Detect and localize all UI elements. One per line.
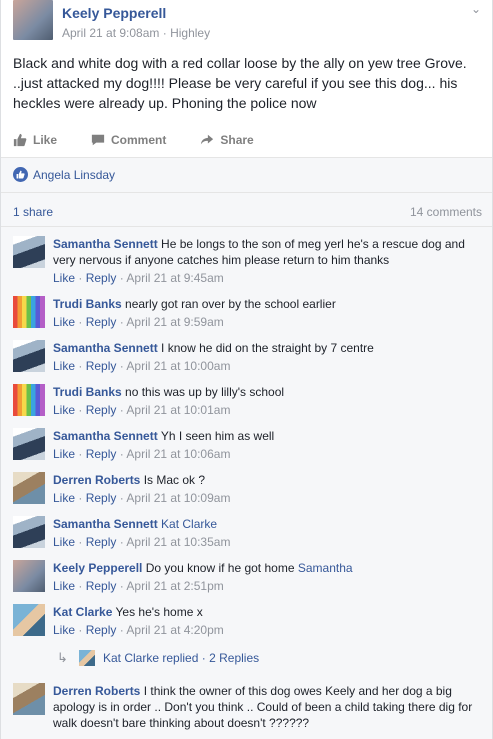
post-location[interactable]: Highley bbox=[170, 26, 210, 40]
like-label: Like bbox=[33, 133, 58, 147]
post-text: Black and white dog with a red collar lo… bbox=[13, 55, 467, 111]
reactions-summary[interactable]: Angela Linsday bbox=[13, 167, 115, 182]
share-count[interactable]: 1 share bbox=[13, 205, 53, 219]
post-card: Keely Pepperell April 21 at 9:08am · Hig… bbox=[0, 0, 493, 739]
comment-like-link[interactable]: Like bbox=[53, 491, 75, 505]
comment-reply-link[interactable]: Reply bbox=[86, 623, 117, 637]
share-button[interactable]: Share bbox=[200, 128, 254, 152]
post-date[interactable]: April 21 at 9:08am bbox=[62, 26, 159, 40]
commenter-name[interactable]: Samantha Sennett bbox=[53, 237, 158, 251]
comment-icon bbox=[91, 134, 105, 146]
comment-time[interactable]: April 21 at 10:00am bbox=[126, 359, 230, 373]
comment-reply-link[interactable]: Reply bbox=[86, 271, 117, 285]
thumbs-up-icon bbox=[13, 133, 27, 147]
commenter-avatar[interactable] bbox=[13, 296, 45, 328]
divider bbox=[1, 157, 492, 158]
comment-reply-link[interactable]: Reply bbox=[86, 315, 117, 329]
divider bbox=[1, 226, 492, 227]
comment-like-link[interactable]: Like bbox=[53, 579, 75, 593]
comment-like-link[interactable]: Like bbox=[53, 623, 75, 637]
comment-like-link[interactable]: Like bbox=[53, 359, 75, 373]
comment-count[interactable]: 14 comments bbox=[410, 205, 482, 219]
comment-button[interactable]: Comment bbox=[91, 128, 166, 152]
comment-like-link[interactable]: Like bbox=[53, 315, 75, 329]
comment-footer: Like · Reply · April 21 at 2:51pm bbox=[53, 579, 224, 593]
comment-time[interactable]: April 21 at 10:01am bbox=[126, 403, 230, 417]
comment-like-link[interactable]: Like bbox=[53, 447, 75, 461]
comment-like-link[interactable]: Like bbox=[53, 271, 75, 285]
commenter-avatar[interactable] bbox=[13, 384, 45, 416]
share-label: Share bbox=[220, 133, 254, 147]
reply-avatar bbox=[79, 650, 95, 666]
commenter-avatar[interactable] bbox=[13, 516, 45, 548]
commenter-name[interactable]: Trudi Banks bbox=[53, 385, 122, 399]
share-icon bbox=[201, 134, 214, 145]
comment-text: no this was up by lilly's school bbox=[125, 385, 285, 399]
commenter-avatar[interactable] bbox=[13, 472, 45, 504]
comment-time[interactable]: April 21 at 10:06am bbox=[126, 447, 230, 461]
chevron-down-icon[interactable]: ⌄ bbox=[471, 2, 481, 16]
reply-arrow-icon: ↳ bbox=[57, 650, 68, 665]
post-header: Keely Pepperell April 21 at 9:08am · Hig… bbox=[13, 0, 483, 45]
like-button[interactable]: Like bbox=[13, 128, 57, 152]
post-meta: April 21 at 9:08am · Highley bbox=[62, 26, 211, 40]
commenter-name[interactable]: Samantha Sennett bbox=[53, 517, 158, 531]
comment-footer: Like · Reply · April 21 at 10:00am bbox=[53, 359, 231, 373]
liker-name[interactable]: Angela Linsday bbox=[33, 168, 115, 182]
comment-footer: Like · Reply · April 21 at 10:35am bbox=[53, 535, 231, 549]
commenter-avatar[interactable] bbox=[13, 428, 45, 460]
commenter-name[interactable]: Derren Roberts bbox=[53, 473, 140, 487]
comment-footer: Like · Reply · April 21 at 9:45am bbox=[53, 271, 224, 285]
commenter-avatar[interactable] bbox=[13, 560, 45, 592]
comment-time[interactable]: April 21 at 10:35am bbox=[126, 535, 230, 549]
commenter-name[interactable]: Derren Roberts bbox=[53, 684, 140, 698]
comment-time[interactable]: April 21 at 4:20pm bbox=[126, 623, 223, 637]
commenter-name[interactable]: Samantha Sennett bbox=[53, 341, 158, 355]
comment-mention[interactable]: Samantha bbox=[298, 561, 353, 575]
view-replies-link[interactable]: ↳ Kat Clarke replied · 2 Replies bbox=[57, 650, 259, 666]
comment-reply-link[interactable]: Reply bbox=[86, 359, 117, 373]
reply-text: replied bbox=[162, 651, 199, 665]
comment-reply-link[interactable]: Reply bbox=[86, 491, 117, 505]
divider bbox=[1, 192, 492, 193]
comment-footer: Like · Reply · April 21 at 10:06am bbox=[53, 447, 231, 461]
comment-time[interactable]: April 21 at 9:45am bbox=[126, 271, 223, 285]
commenter-avatar[interactable] bbox=[13, 683, 45, 715]
post-actions: Like Comment Share bbox=[13, 128, 483, 152]
comment-label: Comment bbox=[111, 133, 167, 147]
comment-text: I know he did on the straight by 7 centr… bbox=[161, 341, 374, 355]
comment-reply-link[interactable]: Reply bbox=[86, 535, 117, 549]
comment-time[interactable]: April 21 at 10:09am bbox=[126, 491, 230, 505]
commenter-avatar[interactable] bbox=[13, 236, 45, 268]
like-reaction-icon bbox=[13, 167, 28, 182]
author-avatar[interactable] bbox=[13, 0, 53, 40]
comment-reply-link[interactable]: Reply bbox=[86, 403, 117, 417]
comment-text: Yes he's home x bbox=[115, 605, 203, 619]
comment-footer: Like · Reply · April 21 at 9:59am bbox=[53, 315, 224, 329]
commenter-name[interactable]: Keely Pepperell bbox=[53, 561, 142, 575]
comment-footer: Like · Reply · April 21 at 10:09am bbox=[53, 491, 231, 505]
comment-text: nearly got ran over by the school earlie… bbox=[125, 297, 336, 311]
comment-like-link[interactable]: Like bbox=[53, 403, 75, 417]
reply-author[interactable]: Kat Clarke bbox=[103, 651, 159, 665]
comment-text: Do you know if he got home bbox=[145, 561, 295, 575]
commenter-name[interactable]: Kat Clarke bbox=[53, 605, 112, 619]
comment-text: Is Mac ok ? bbox=[143, 473, 206, 487]
commenter-name[interactable]: Samantha Sennett bbox=[53, 429, 158, 443]
comment-reply-link[interactable]: Reply bbox=[86, 579, 117, 593]
commenter-avatar[interactable] bbox=[13, 604, 45, 636]
commenter-name[interactable]: Trudi Banks bbox=[53, 297, 122, 311]
comment-time[interactable]: April 21 at 9:59am bbox=[126, 315, 223, 329]
comment-text: Yh I seen him as well bbox=[160, 429, 275, 443]
commenter-avatar[interactable] bbox=[13, 340, 45, 372]
reply-count[interactable]: 2 Replies bbox=[209, 651, 259, 665]
comment-mention[interactable]: Kat Clarke bbox=[161, 517, 217, 531]
comment-reply-link[interactable]: Reply bbox=[86, 447, 117, 461]
comment-footer: Like · Reply · April 21 at 4:20pm bbox=[53, 623, 224, 637]
comment-like-link[interactable]: Like bbox=[53, 535, 75, 549]
post-author[interactable]: Keely Pepperell bbox=[62, 5, 166, 21]
comment-footer: Like · Reply · April 21 at 10:01am bbox=[53, 403, 231, 417]
comment-time[interactable]: April 21 at 2:51pm bbox=[126, 579, 223, 593]
